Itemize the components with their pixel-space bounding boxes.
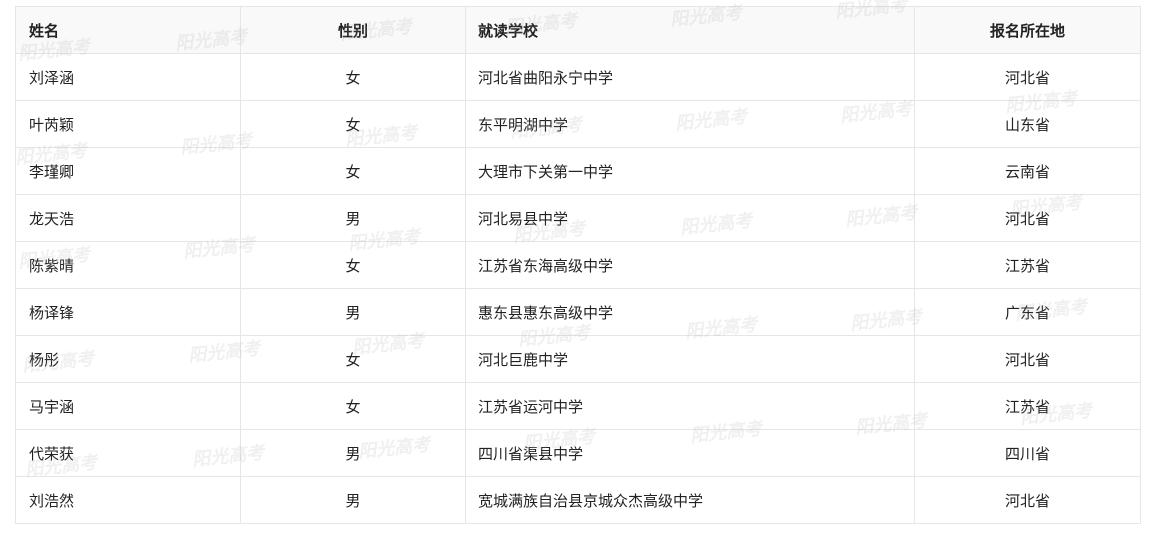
cell-gender: 女 — [240, 100, 466, 148]
cell-school: 河北易县中学 — [465, 194, 915, 242]
cell-gender: 男 — [240, 476, 466, 524]
cell-name: 陈紫晴 — [15, 241, 241, 289]
table-row: 马宇涵 女 江苏省运河中学 江苏省 — [15, 382, 1141, 430]
cell-name: 刘浩然 — [15, 476, 241, 524]
cell-location: 河北省 — [914, 53, 1141, 101]
cell-name: 代荣获 — [15, 429, 241, 477]
cell-school: 东平明湖中学 — [465, 100, 915, 148]
table-row: 刘泽涵 女 河北省曲阳永宁中学 河北省 — [15, 53, 1141, 101]
cell-gender: 男 — [240, 429, 466, 477]
table-row: 龙天浩 男 河北易县中学 河北省 — [15, 194, 1141, 242]
cell-location: 江苏省 — [914, 382, 1141, 430]
table-row: 叶芮颖 女 东平明湖中学 山东省 — [15, 100, 1141, 148]
cell-school: 宽城满族自治县京城众杰高级中学 — [465, 476, 915, 524]
cell-school: 河北巨鹿中学 — [465, 335, 915, 383]
cell-school: 江苏省运河中学 — [465, 382, 915, 430]
header-location: 报名所在地 — [914, 6, 1141, 54]
cell-name: 杨译锋 — [15, 288, 241, 336]
cell-school: 惠东县惠东高级中学 — [465, 288, 915, 336]
cell-name: 杨彤 — [15, 335, 241, 383]
cell-gender: 女 — [240, 382, 466, 430]
cell-gender: 女 — [240, 147, 466, 195]
cell-gender: 女 — [240, 53, 466, 101]
table-header-row: 姓名 性别 就读学校 报名所在地 — [15, 6, 1141, 54]
header-name: 姓名 — [15, 6, 241, 54]
cell-location: 河北省 — [914, 194, 1141, 242]
cell-gender: 女 — [240, 335, 466, 383]
cell-location: 江苏省 — [914, 241, 1141, 289]
table-row: 杨译锋 男 惠东县惠东高级中学 广东省 — [15, 288, 1141, 336]
cell-school: 四川省渠县中学 — [465, 429, 915, 477]
cell-name: 叶芮颖 — [15, 100, 241, 148]
table-row: 刘浩然 男 宽城满族自治县京城众杰高级中学 河北省 — [15, 476, 1141, 524]
table-row: 陈紫晴 女 江苏省东海高级中学 江苏省 — [15, 241, 1141, 289]
cell-location: 四川省 — [914, 429, 1141, 477]
cell-location: 河北省 — [914, 335, 1141, 383]
cell-school: 大理市下关第一中学 — [465, 147, 915, 195]
header-school: 就读学校 — [465, 6, 915, 54]
cell-name: 马宇涵 — [15, 382, 241, 430]
cell-gender: 女 — [240, 241, 466, 289]
cell-name: 李瑾卿 — [15, 147, 241, 195]
cell-location: 云南省 — [914, 147, 1141, 195]
cell-gender: 男 — [240, 288, 466, 336]
cell-school: 江苏省东海高级中学 — [465, 241, 915, 289]
table-row: 李瑾卿 女 大理市下关第一中学 云南省 — [15, 147, 1141, 195]
table-row: 代荣获 男 四川省渠县中学 四川省 — [15, 429, 1141, 477]
cell-location: 河北省 — [914, 476, 1141, 524]
admission-list-table: 姓名 性别 就读学校 报名所在地 刘泽涵 女 河北省曲阳永宁中学 河北省 叶芮颖… — [15, 6, 1141, 524]
cell-name: 刘泽涵 — [15, 53, 241, 101]
cell-school: 河北省曲阳永宁中学 — [465, 53, 915, 101]
table-row: 杨彤 女 河北巨鹿中学 河北省 — [15, 335, 1141, 383]
cell-location: 山东省 — [914, 100, 1141, 148]
cell-location: 广东省 — [914, 288, 1141, 336]
header-gender: 性别 — [240, 6, 466, 54]
cell-gender: 男 — [240, 194, 466, 242]
cell-name: 龙天浩 — [15, 194, 241, 242]
